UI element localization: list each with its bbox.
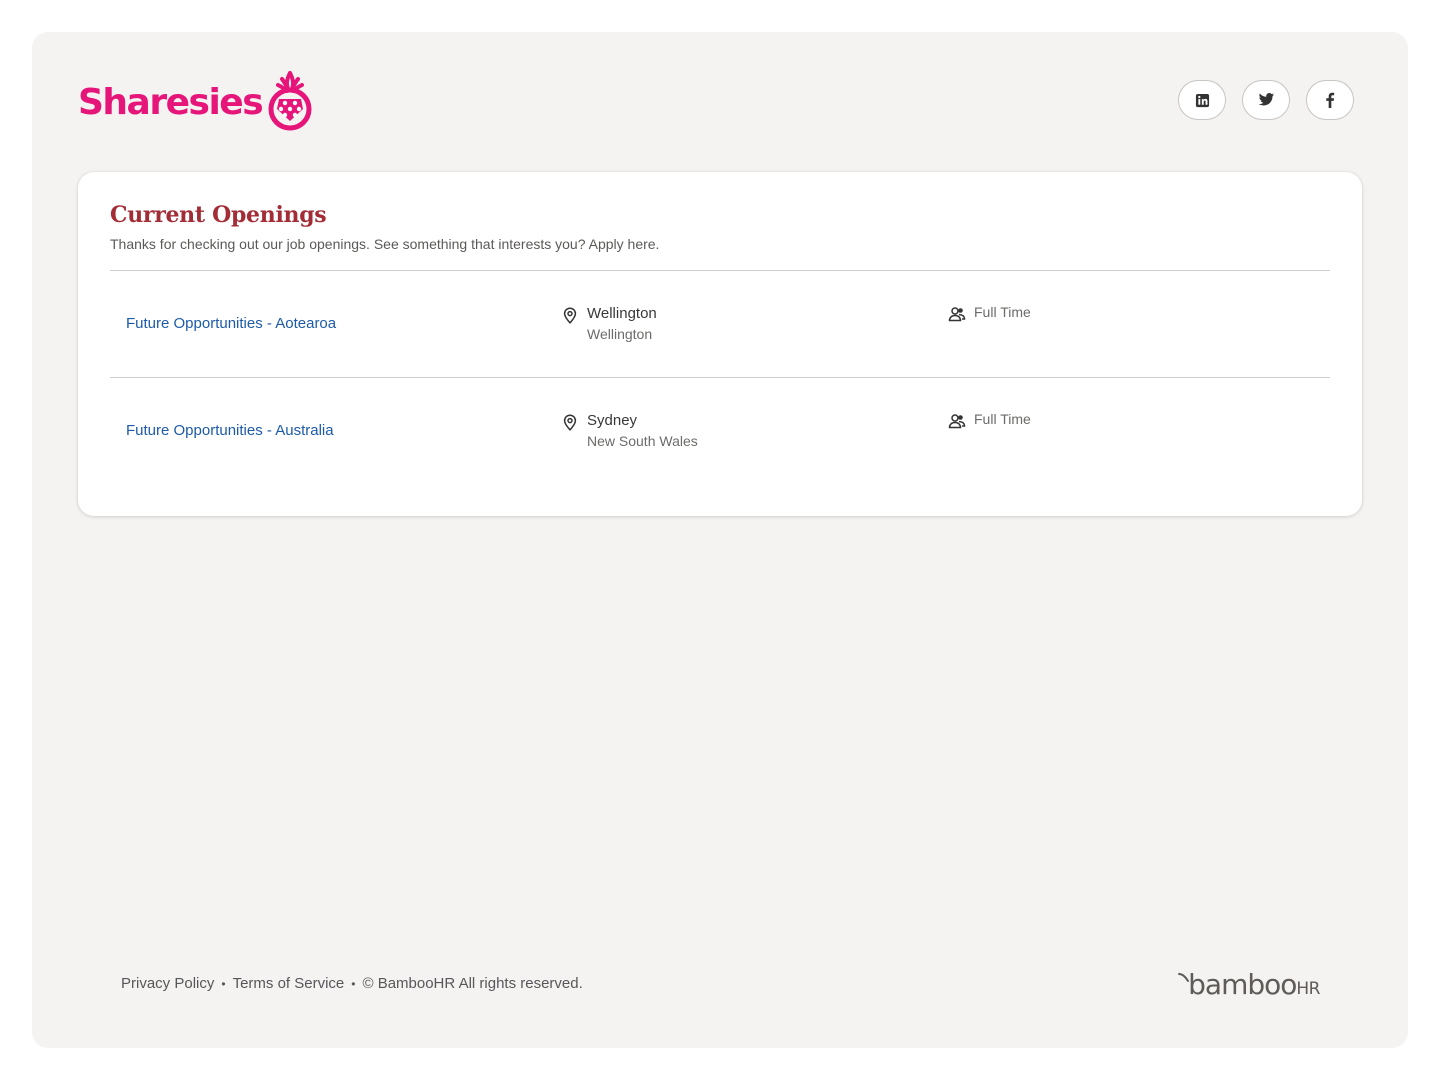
job-row: Future Opportunities - Aotearoa Wellingt… bbox=[110, 270, 1330, 377]
logo-text: Sharesies bbox=[78, 81, 264, 123]
twitter-icon bbox=[1258, 93, 1274, 106]
terms-of-service-link[interactable]: Terms of Service bbox=[233, 975, 345, 992]
copyright-text: © BambooHR All rights reserved. bbox=[362, 975, 583, 992]
employment-type-icon bbox=[948, 307, 966, 322]
bamboohr-logo-suffix: HR bbox=[1296, 979, 1320, 999]
page-subtitle: Thanks for checking out our job openings… bbox=[110, 236, 660, 252]
job-location-region: Wellington bbox=[587, 326, 653, 342]
job-title-link[interactable]: Future Opportunities - Australia bbox=[126, 422, 334, 439]
employment-type-icon bbox=[948, 414, 966, 429]
linkedin-icon bbox=[1195, 93, 1209, 107]
privacy-policy-link[interactable]: Privacy Policy bbox=[121, 975, 214, 992]
twitter-button[interactable] bbox=[1242, 80, 1290, 120]
facebook-button[interactable] bbox=[1306, 80, 1354, 120]
page-title: Current Openings bbox=[110, 202, 327, 228]
bamboohr-logo-text: bamboo bbox=[1188, 968, 1297, 1001]
facebook-icon bbox=[1326, 92, 1335, 108]
location-pin-icon bbox=[563, 307, 577, 324]
linkedin-button[interactable] bbox=[1178, 80, 1226, 120]
pineapple-icon bbox=[268, 71, 312, 131]
employment-type: Full Time bbox=[974, 411, 1031, 427]
job-row: Future Opportunities - Australia Sydney … bbox=[110, 377, 1330, 484]
page-container: Sharesies Current Openings Thanks for ch… bbox=[32, 32, 1408, 1048]
location-pin-icon bbox=[563, 414, 577, 431]
social-links bbox=[1178, 80, 1354, 120]
employment-type: Full Time bbox=[974, 304, 1031, 320]
job-location-city: Sydney bbox=[587, 412, 638, 429]
job-location-region: New South Wales bbox=[587, 433, 698, 449]
job-title-link[interactable]: Future Opportunities - Aotearoa bbox=[126, 315, 336, 332]
footer-separator: • bbox=[351, 976, 356, 991]
bamboohr-logo[interactable]: bamboo HR bbox=[1178, 968, 1320, 1001]
footer-separator: • bbox=[221, 976, 226, 991]
job-location-city: Wellington bbox=[587, 305, 657, 322]
sharesies-logo[interactable]: Sharesies bbox=[78, 70, 312, 134]
openings-card: Current Openings Thanks for checking out… bbox=[78, 172, 1362, 516]
footer: Privacy Policy • Terms of Service • © Ba… bbox=[121, 975, 583, 992]
